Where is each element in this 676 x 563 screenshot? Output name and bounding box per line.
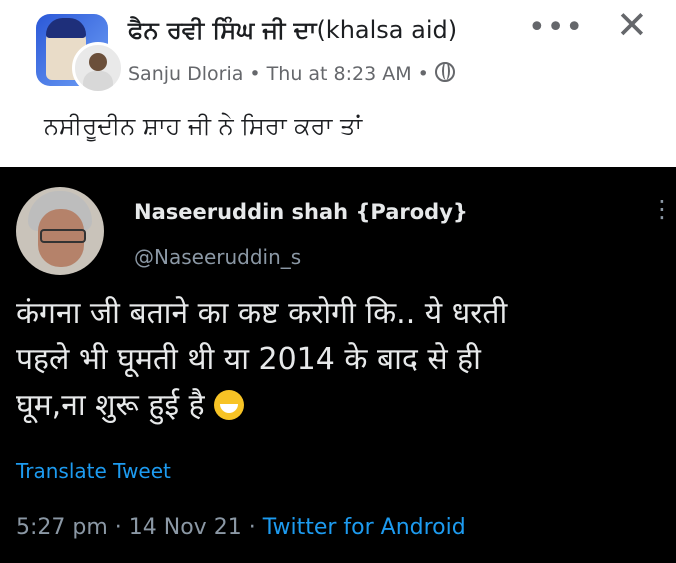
author-avatar[interactable] xyxy=(72,42,124,94)
author-name-link[interactable]: Sanju Dloria xyxy=(128,63,243,85)
group-name-latin: (khalsa aid) xyxy=(316,16,458,44)
tweet-more-icon[interactable]: ⋮ xyxy=(650,197,674,221)
tweet-avatar-glasses xyxy=(40,229,86,243)
tweet-line-3-wrap: घूम,ना शुरू हुई है xyxy=(16,383,666,429)
group-avatar-turban xyxy=(46,18,86,38)
tweet-timestamp: 5:27 pm · 14 Nov 21 · Twitter for Androi… xyxy=(16,515,466,540)
globe-icon xyxy=(434,62,455,82)
tweet-avatar[interactable] xyxy=(16,187,104,275)
tweet-handle[interactable]: @Naseeruddin_s xyxy=(134,245,301,269)
tweet-line-1: कंगना जी बताने का कष्ट करोगी कि.. ये धरत… xyxy=(16,296,508,331)
meta-separator: • xyxy=(243,63,267,85)
close-icon[interactable]: ✕ xyxy=(616,6,648,44)
group-name-punjabi: ਫੈਨ ਰਵੀ ਸਿੰਘ ਜੀ ਦਾ xyxy=(128,16,317,44)
tweet-screenshot: Naseeruddin shah {Parody} @Naseeruddin_s… xyxy=(0,167,676,563)
group-name-link[interactable]: ਫੈਨ ਰਵੀ ਸਿੰਘ ਜੀ ਦਾ(khalsa aid) xyxy=(128,16,457,44)
author-avatar-head xyxy=(89,53,107,71)
face-with-tears-of-joy-icon xyxy=(214,390,245,420)
more-options-button[interactable]: ••• xyxy=(528,10,584,45)
facebook-post-header: ਫੈਨ ਰਵੀ ਸਿੰਘ ਜੀ ਦਾ(khalsa aid) Sanju Dlo… xyxy=(0,0,676,167)
post-meta: Sanju Dloria • Thu at 8:23 AM • xyxy=(128,62,455,85)
tweet-dot-1: · xyxy=(107,515,129,540)
tweet-display-name[interactable]: Naseeruddin shah {Parody} xyxy=(134,200,468,224)
post-time-link[interactable]: Thu at 8:23 AM xyxy=(267,63,412,85)
tweet-text: कंगना जी बताने का कष्ट करोगी कि.. ये धरत… xyxy=(16,291,666,429)
translate-tweet-link[interactable]: Translate Tweet xyxy=(16,459,171,483)
tweet-line-2: पहले भी घूमती थी या 2014 के बाद से ही xyxy=(16,342,481,377)
tweet-dot-2: · xyxy=(241,515,263,540)
post-caption: ਨਸੀਰੂਦੀਨ ਸ਼ਾਹ ਜੀ ਨੇ ਸਿਰਾ ਕਰਾ ਤਾਂ xyxy=(44,112,363,140)
tweet-time: 5:27 pm xyxy=(16,515,108,540)
tweet-source-link[interactable]: Twitter for Android xyxy=(263,515,466,540)
author-avatar-body xyxy=(83,71,113,91)
tweet-line-3: घूम,ना शुरू हुई है xyxy=(16,388,205,423)
meta-separator-2: • xyxy=(411,63,435,85)
tweet-date: 14 Nov 21 xyxy=(128,515,242,540)
